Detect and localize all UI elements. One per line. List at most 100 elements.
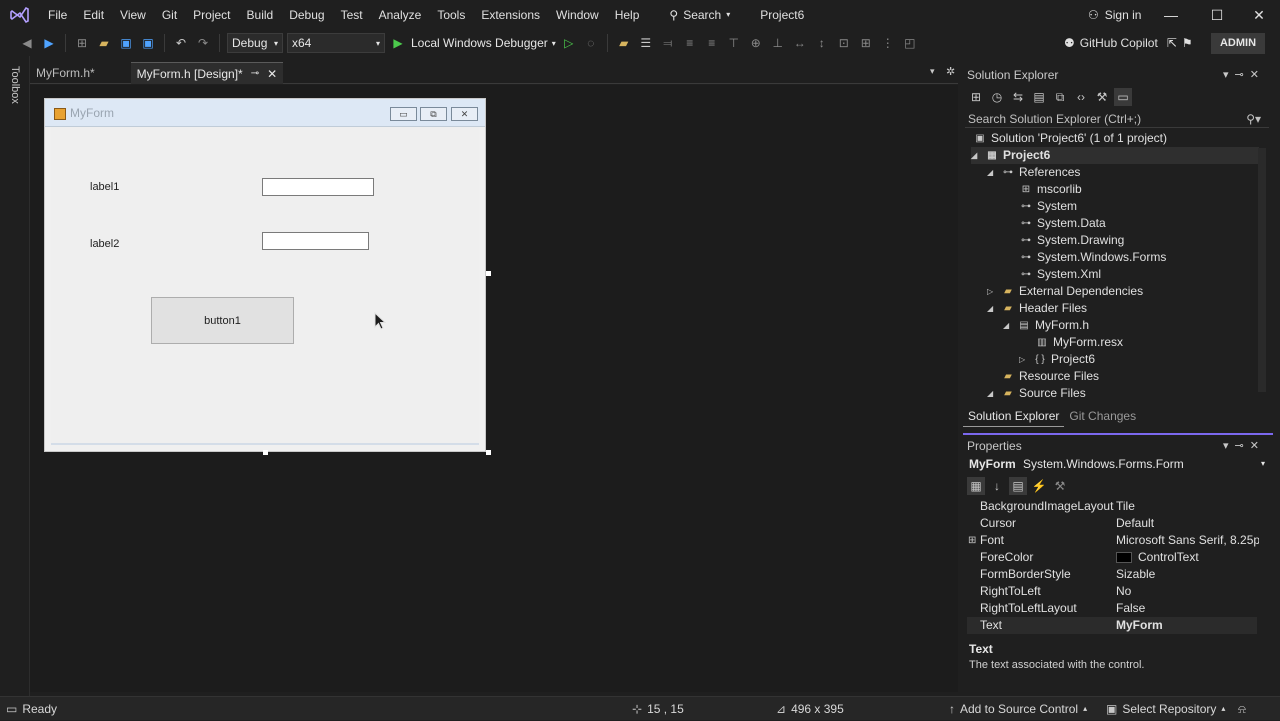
open-folder-icon[interactable]: ▰ — [95, 34, 113, 52]
add-to-source-control-button[interactable]: ↑ Add to Source Control ▴ — [949, 697, 1087, 721]
same-width-icon[interactable]: ↔ — [791, 34, 809, 52]
property-pages-icon[interactable]: ⚒ — [1051, 477, 1069, 495]
align-right-icon[interactable]: ≡ — [703, 34, 721, 52]
code-view-icon[interactable]: ‹› — [1072, 88, 1090, 106]
align-center-icon[interactable]: ≡ — [681, 34, 699, 52]
collapsed-arrow-icon[interactable]: ▷ — [987, 283, 997, 300]
menu-analyze[interactable]: Analyze — [371, 0, 430, 30]
winform-client-area[interactable]: label1 label2 button1 — [51, 127, 479, 445]
tree-item-system-windows-forms[interactable]: ⊶ System.Windows.Forms — [1019, 249, 1166, 266]
minimize-button[interactable]: — — [1148, 0, 1194, 30]
spacing-icon[interactable]: ⋮ — [879, 34, 897, 52]
tab-myform-h[interactable]: MyForm.h* — [30, 62, 101, 84]
property-row[interactable]: Cursor Default — [967, 515, 1257, 532]
tree-item-external-dependencies[interactable]: ▷ ▰ External Dependencies — [987, 283, 1143, 300]
tab-overflow-icon[interactable]: ▾ — [930, 66, 935, 77]
events-lightning-icon[interactable]: ⚡ — [1030, 477, 1048, 495]
winform-window[interactable]: MyForm ▭ ⧉ ✕ label1 label2 button1 — [44, 98, 486, 452]
align-top-icon[interactable]: ⊤ — [725, 34, 743, 52]
save-all-icon[interactable]: ▣ — [139, 34, 157, 52]
tree-item-references[interactable]: ◢ ⊶ References — [987, 164, 1080, 181]
property-row[interactable]: BackgroundImageLayout Tile — [967, 498, 1257, 515]
tree-item-project[interactable]: ◢ ▦ Project6 — [971, 147, 1259, 164]
toolbox-tab[interactable]: Toolbox — [9, 66, 21, 104]
sign-in-button[interactable]: ⚇ Sign in — [1088, 0, 1141, 30]
platform-dropdown[interactable]: x64 ▾ — [287, 33, 385, 53]
align-middle-icon[interactable]: ⊕ — [747, 34, 765, 52]
property-row[interactable]: ForeColor ControlText — [967, 549, 1257, 566]
properties-object-selector[interactable]: MyForm System.Windows.Forms.Form ▾ — [969, 455, 1269, 473]
tree-item-system-xml[interactable]: ⊶ System.Xml — [1019, 266, 1101, 283]
resize-handle-right[interactable] — [486, 271, 491, 276]
menu-file[interactable]: File — [40, 0, 75, 30]
properties-wrench-icon[interactable]: ⚒ — [1093, 88, 1111, 106]
sync-icon[interactable]: ⇆ — [1009, 88, 1027, 106]
tree-item-project6-namespace[interactable]: ▷ { } Project6 — [1019, 351, 1095, 368]
tab-solution-explorer[interactable]: Solution Explorer — [963, 407, 1065, 427]
menu-git[interactable]: Git — [154, 0, 185, 30]
property-row[interactable]: FormBorderStyle Sizable — [967, 566, 1257, 583]
same-height-icon[interactable]: ↕ — [813, 34, 831, 52]
tree-item-system-data[interactable]: ⊶ System.Data — [1019, 215, 1106, 232]
winform-title-bar[interactable]: MyForm ▭ ⧉ ✕ — [45, 99, 485, 127]
preview-selected-icon[interactable]: ▭ — [1114, 88, 1132, 106]
expanded-arrow-icon[interactable]: ◢ — [987, 300, 997, 317]
grid-icon[interactable]: ⊞ — [857, 34, 875, 52]
menu-extensions[interactable]: Extensions — [473, 0, 548, 30]
tab-myform-design[interactable]: MyForm.h [Design]* ⊸ ✕ — [130, 62, 284, 85]
align-left-icon[interactable]: ⫤ — [659, 34, 677, 52]
show-all-files-icon[interactable]: ⧉ — [1051, 88, 1069, 106]
close-icon[interactable]: ✕ — [267, 63, 277, 85]
menu-edit[interactable]: Edit — [75, 0, 112, 30]
search-button[interactable]: ⚲ Search ▾ — [661, 4, 738, 26]
expand-plus-icon[interactable]: ⊞ — [968, 532, 976, 549]
expanded-arrow-icon[interactable]: ◢ — [971, 147, 981, 164]
back-icon[interactable]: ◀ — [18, 34, 36, 52]
folder-view-icon[interactable]: ▰ — [615, 34, 633, 52]
redo-icon[interactable]: ↷ — [194, 34, 212, 52]
close-button[interactable]: ✕ — [1236, 0, 1280, 30]
menu-project[interactable]: Project — [185, 0, 238, 30]
property-row-selected[interactable]: Text MyForm — [967, 617, 1257, 634]
bring-front-icon[interactable]: ◰ — [901, 34, 919, 52]
undo-icon[interactable]: ↶ — [172, 34, 190, 52]
tree-item-mscorlib[interactable]: ⊞ mscorlib — [1019, 181, 1082, 198]
label1-control[interactable]: label1 — [90, 181, 119, 193]
property-row[interactable]: ⊞ Font Microsoft Sans Serif, 8.25pt — [967, 532, 1263, 549]
alphabetical-icon[interactable]: ↓ — [988, 477, 1006, 495]
configuration-dropdown[interactable]: Debug ▾ — [227, 33, 283, 53]
start-debugger-button[interactable]: ▶ Local Windows Debugger ▾ — [389, 34, 555, 52]
tab-git-changes[interactable]: Git Changes — [1064, 407, 1141, 427]
collapsed-arrow-icon[interactable]: ▷ — [1019, 351, 1029, 368]
form-designer-surface[interactable]: MyForm ▭ ⧉ ✕ label1 label2 button1 — [30, 85, 958, 692]
winform-minimize-button[interactable]: ▭ — [390, 107, 417, 121]
tree-item-solution[interactable]: ▣ Solution 'Project6' (1 of 1 project) — [973, 130, 1167, 147]
hot-reload-icon[interactable]: ◌ — [582, 34, 600, 52]
property-row[interactable]: RightToLeft No — [967, 583, 1257, 600]
properties-icon[interactable]: ▤ — [1009, 477, 1027, 495]
winform-maximize-button[interactable]: ⧉ — [420, 107, 447, 121]
notifications-button[interactable]: ⍾ — [1238, 697, 1246, 721]
start-without-debugging-icon[interactable]: ▷ — [560, 34, 578, 52]
tree-item-resource-files[interactable]: ▰ Resource Files — [987, 368, 1099, 385]
maximize-button[interactable]: ☐ — [1194, 0, 1240, 30]
tree-item-system-drawing[interactable]: ⊶ System.Drawing — [1019, 232, 1124, 249]
align-bottom-icon[interactable]: ⊥ — [769, 34, 787, 52]
forward-icon[interactable]: ▶ — [40, 34, 58, 52]
tree-item-myform-h[interactable]: ◢ ▤ MyForm.h — [1003, 317, 1089, 334]
panel-header-icons[interactable]: ▾⊸✕ — [1223, 437, 1265, 455]
menu-debug[interactable]: Debug — [281, 0, 332, 30]
tree-item-header-files[interactable]: ◢ ▰ Header Files — [987, 300, 1087, 317]
menu-view[interactable]: View — [112, 0, 154, 30]
menu-tools[interactable]: Tools — [429, 0, 473, 30]
solution-explorer-scrollbar[interactable] — [1258, 148, 1266, 392]
settings-icon[interactable]: ✲ — [946, 65, 955, 78]
expanded-arrow-icon[interactable]: ◢ — [1003, 317, 1013, 334]
menu-build[interactable]: Build — [239, 0, 282, 30]
properties-scrollbar[interactable] — [1259, 498, 1267, 633]
same-size-icon[interactable]: ⊡ — [835, 34, 853, 52]
panel-header-icons[interactable]: ▾⊸✕ — [1223, 66, 1265, 84]
menu-test[interactable]: Test — [333, 0, 371, 30]
button1-control[interactable]: button1 — [151, 297, 294, 344]
property-row[interactable]: RightToLeftLayout False — [967, 600, 1257, 617]
